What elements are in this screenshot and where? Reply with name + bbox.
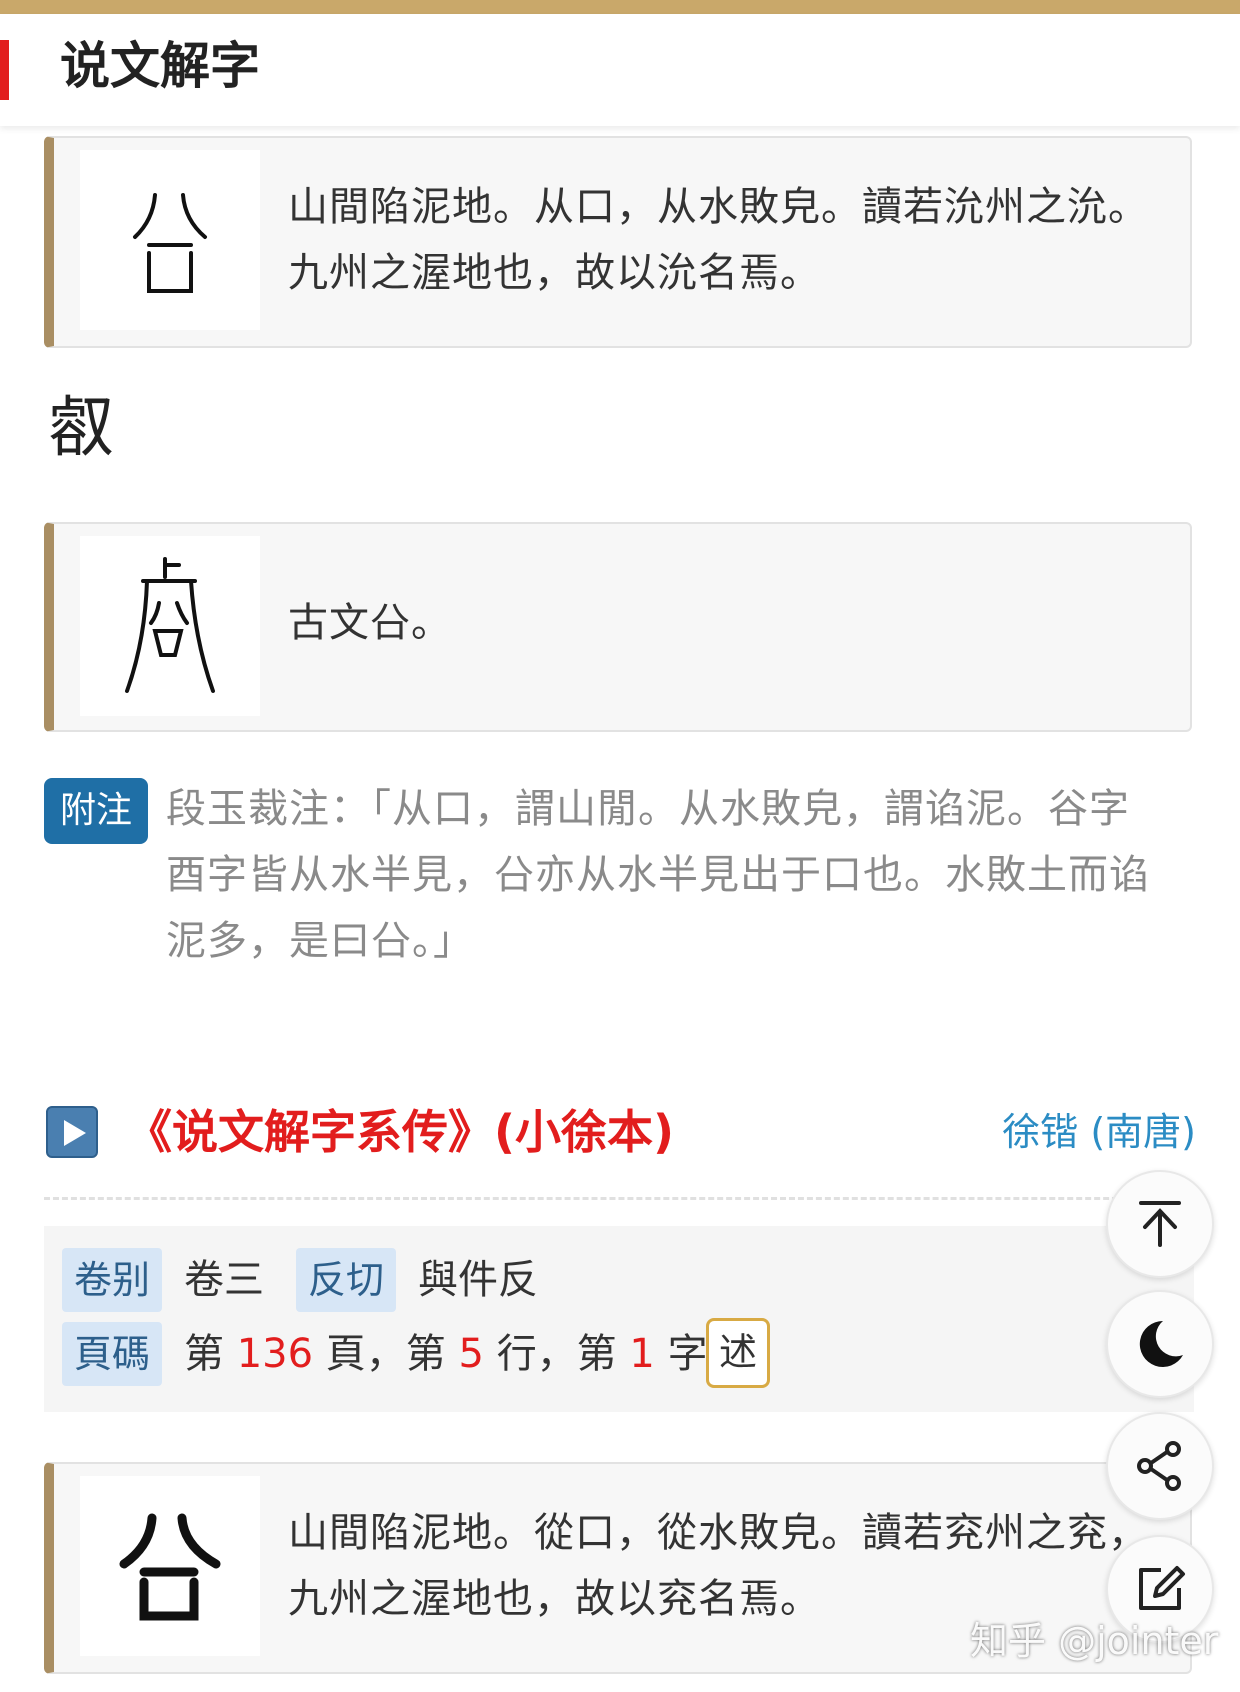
seal-script-glyph	[80, 1476, 260, 1656]
char-prefix: 行，第	[496, 1331, 617, 1377]
metadata-panel: 卷别 卷三 反切 與件反 頁碼 第 136 頁，第 5 行，第 1 字 述	[44, 1226, 1194, 1412]
dark-mode-button[interactable]	[1106, 1290, 1214, 1398]
definition-card-2: 古文㕣。	[44, 522, 1192, 732]
char-suffix: 字	[667, 1331, 708, 1377]
arrow-up-icon	[1139, 1201, 1181, 1247]
page-number: 136	[236, 1331, 314, 1377]
top-gold-bar	[0, 0, 1240, 14]
dashed-divider	[44, 1197, 1154, 1200]
line-number: 5	[458, 1331, 484, 1377]
seal-glyph-ancient	[125, 557, 215, 693]
fanqie-value: 與件反	[418, 1257, 538, 1303]
share-button[interactable]	[1106, 1412, 1214, 1520]
commentary-button[interactable]: 述	[706, 1318, 770, 1388]
page-title: 说文解字	[60, 37, 260, 95]
page-label: 頁碼	[62, 1322, 163, 1386]
page-prefix: 第	[184, 1331, 224, 1377]
seal-script-glyph	[80, 536, 260, 716]
definition-text: 古文㕣。	[288, 600, 452, 646]
char-number: 1	[629, 1331, 655, 1377]
seal-glyph-yan-bold	[119, 1513, 221, 1621]
scroll-top-button[interactable]	[1106, 1170, 1214, 1278]
header-accent-bar	[0, 40, 9, 100]
definition-card-1: 山間陷泥地。从口，从水敗皃。讀若沇州之沇。九州之渥地也，故以沇名焉。	[44, 136, 1192, 348]
note-badge: 附注	[44, 778, 148, 844]
fanqie-label: 反切	[296, 1248, 397, 1312]
edit-icon	[1139, 1566, 1185, 1610]
seal-script-glyph	[80, 150, 260, 330]
definition-text: 山間陷泥地。从口，从水敗皃。讀若沇州之沇。九州之渥地也，故以沇名焉。	[288, 184, 1149, 296]
seal-glyph-yan	[133, 193, 207, 293]
source-title[interactable]: 《说文解字系传》(小徐本)	[126, 1102, 674, 1162]
page-position: 第 136 頁，第 5 行，第 1 字	[184, 1322, 708, 1386]
note-text: 段玉裁注：「从口，謂山閒。从水敗皃，謂谄泥。谷字酉字皆从水半見，㕣亦从水半見出于…	[166, 786, 1150, 964]
character-heading: 㕡	[48, 389, 114, 466]
line-prefix: 頁，第	[325, 1331, 446, 1377]
moon-icon	[1139, 1320, 1183, 1367]
source-section-header[interactable]: 《说文解字系传》(小徐本) 徐锴 (南唐)	[44, 1100, 1196, 1170]
source-author-link[interactable]: 徐锴 (南唐)	[1002, 1104, 1196, 1160]
app-header: 说文解字	[0, 14, 1240, 126]
share-icon	[1137, 1441, 1181, 1491]
watermark-text: 知乎 @jointer	[970, 1619, 1219, 1663]
volume-value: 卷三	[184, 1257, 264, 1303]
volume-label: 卷别	[62, 1248, 163, 1312]
play-icon[interactable]	[46, 1106, 98, 1158]
